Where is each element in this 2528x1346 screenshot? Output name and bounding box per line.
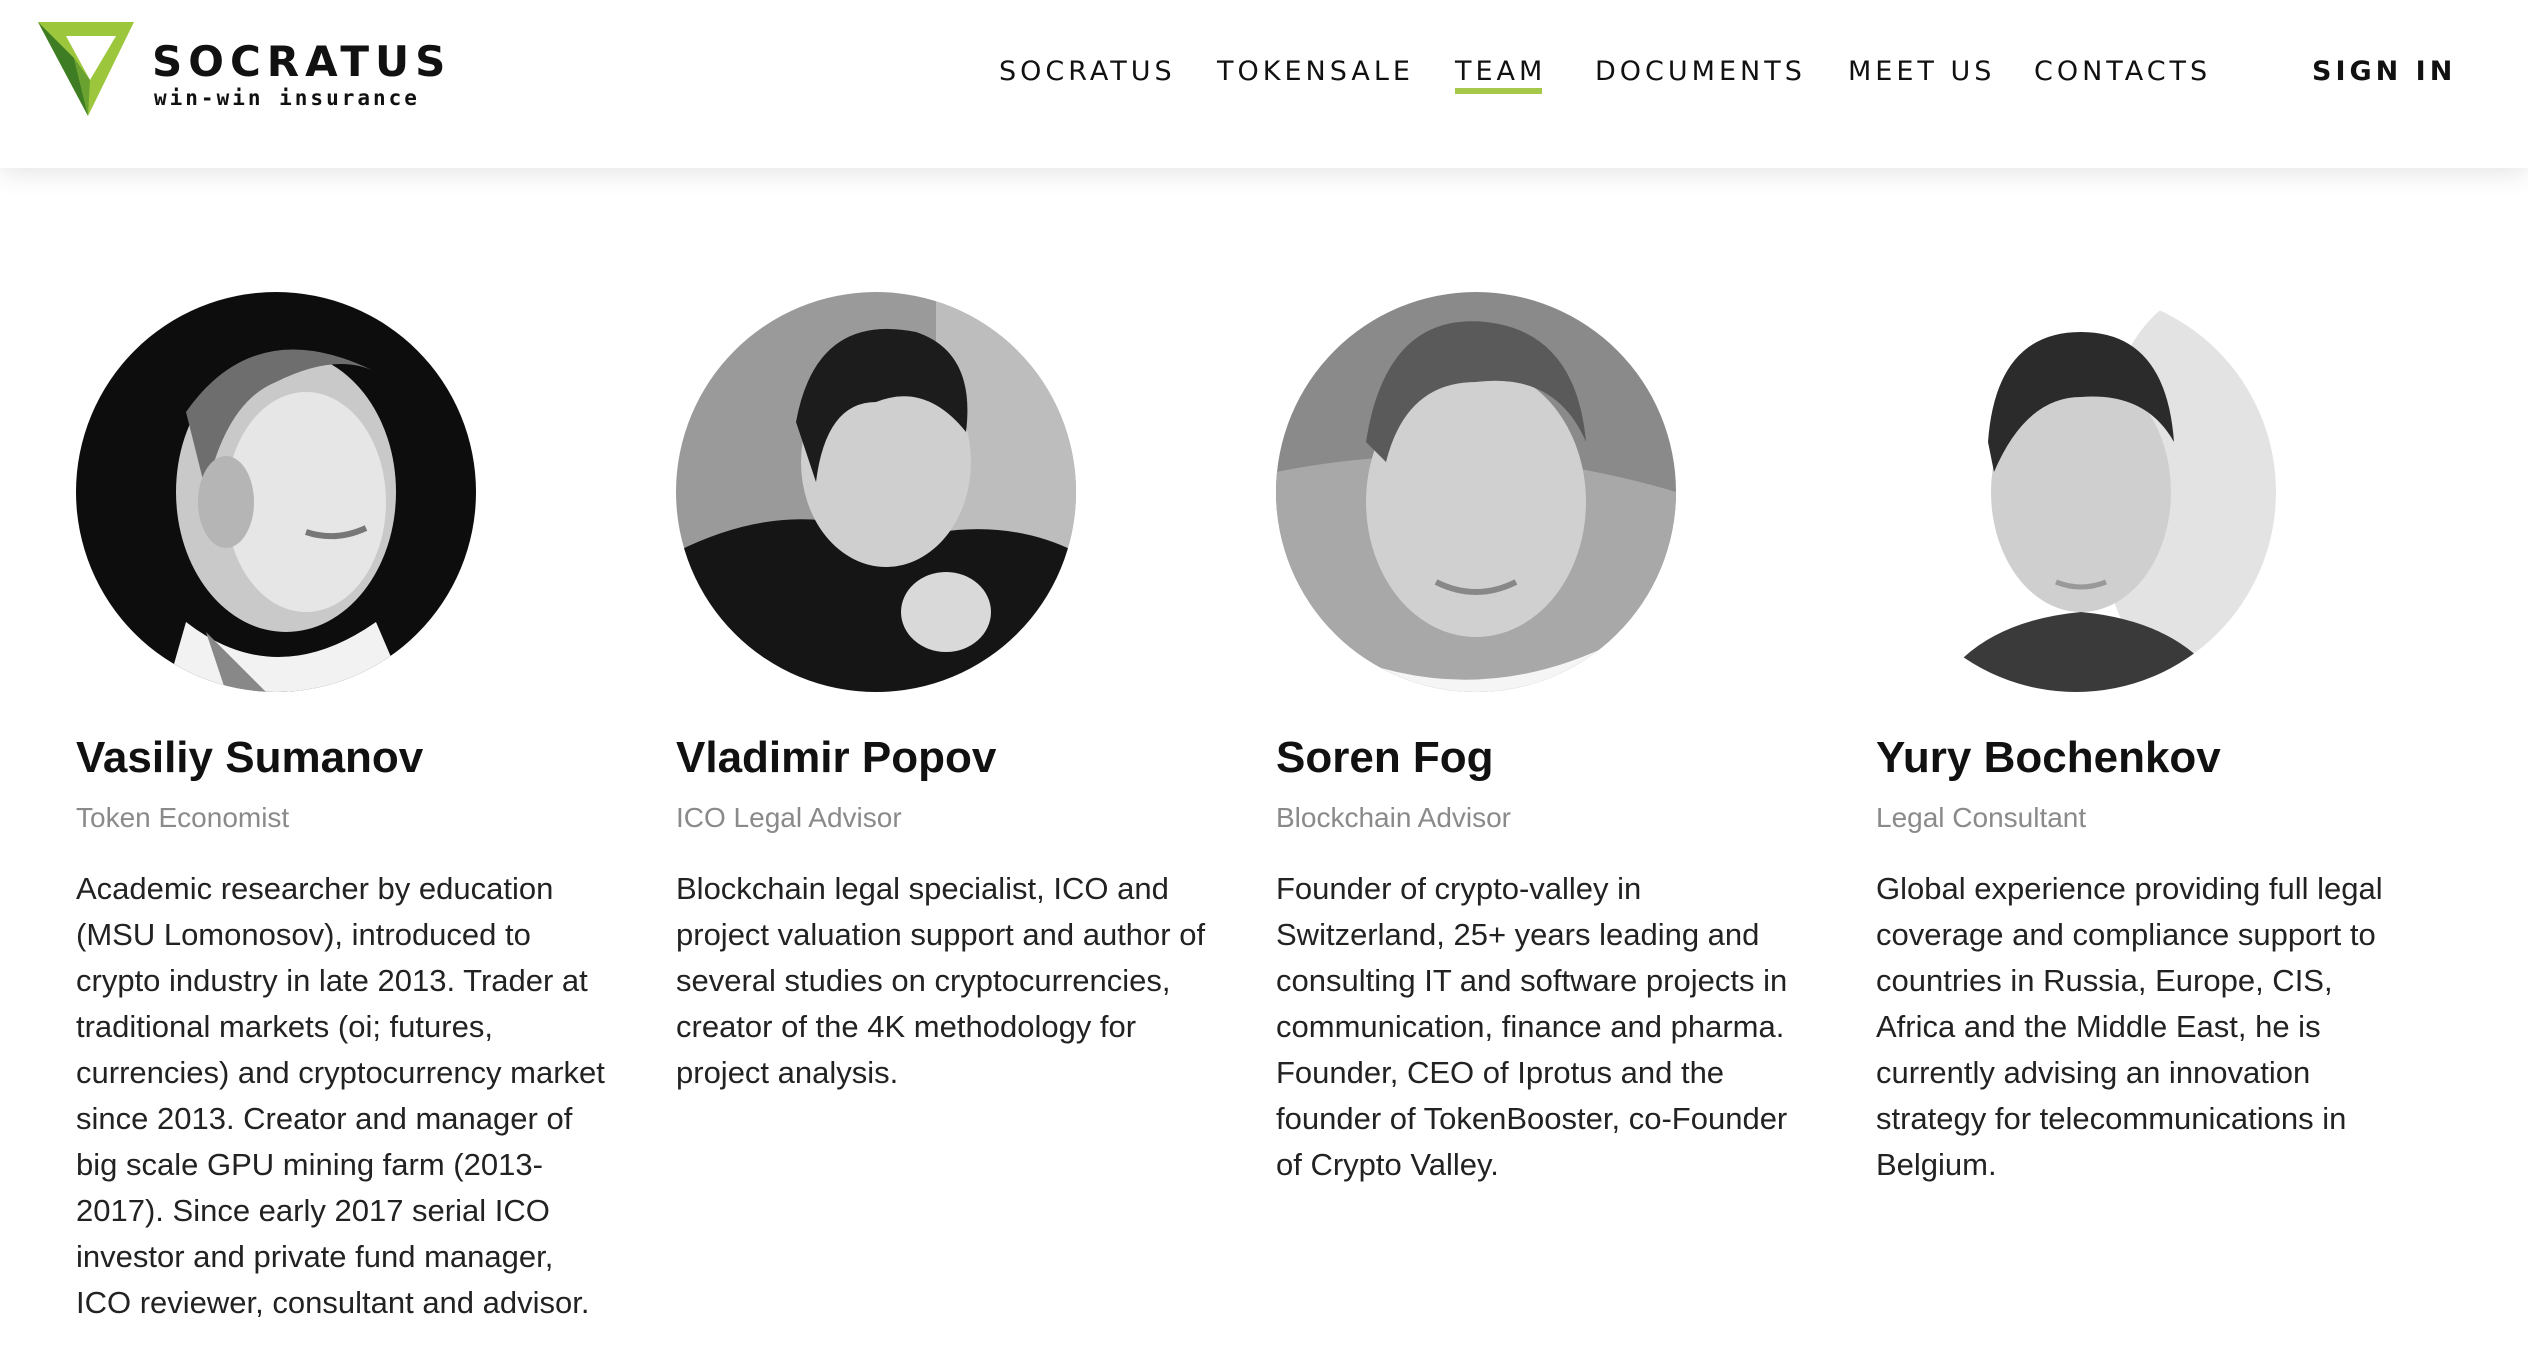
member-bio: Global experience providing full legal c… — [1876, 871, 2383, 1182]
member-role: Legal Consultant — [1876, 802, 2087, 833]
nav-item-team[interactable]: TEAM — [1455, 52, 1546, 100]
nav-item-documents[interactable]: DOCUMENTS — [1595, 52, 1806, 100]
member-role: ICO Legal Advisor — [676, 802, 902, 833]
nav-item-tokensale[interactable]: TOKENSALE — [1217, 52, 1414, 100]
member-bio: Founder of crypto-valley in Switzerland,… — [1276, 871, 1788, 1182]
member-name: Yury Bochenkov — [1876, 733, 2221, 782]
member-bio: Academic researcher by education (MSU Lo… — [76, 871, 605, 1320]
team-member: Vladimir Popov ICO Legal Advisor Blockch… — [676, 292, 1216, 1096]
member-photo — [1876, 292, 2276, 692]
person-photo-icon — [676, 292, 1076, 692]
member-photo — [1276, 292, 1676, 692]
member-name: Vasiliy Sumanov — [76, 733, 424, 782]
team-member: Vasiliy Sumanov Token Economist Academic… — [76, 292, 616, 1326]
member-role: Token Economist — [76, 802, 290, 833]
main-nav: SOCRATUS TOKENSALE TEAM DOCUMENTS MEET U… — [0, 52, 2528, 112]
site-header: SOCRATUS win-win insurance SOCRATUS TOKE… — [0, 0, 2528, 168]
nav-item-meet-us[interactable]: MEET US — [1848, 52, 1995, 100]
nav-item-socratus[interactable]: SOCRATUS — [999, 52, 1176, 100]
team-member: Soren Fog Blockchain Advisor Founder of … — [1276, 292, 1816, 1188]
nav-item-contacts[interactable]: CONTACTS — [2034, 52, 2211, 100]
person-photo-icon — [1276, 292, 1676, 692]
member-photo — [76, 292, 476, 692]
member-role: Blockchain Advisor — [1276, 802, 1512, 833]
team-section: Vasiliy Sumanov Token Economist Academic… — [0, 168, 2528, 1346]
team-member: Yury Bochenkov Legal Consultant Global e… — [1876, 292, 2416, 1188]
member-name: Soren Fog — [1276, 733, 1494, 782]
member-photo — [676, 292, 1076, 692]
sign-in-button[interactable]: SIGN IN — [2312, 52, 2456, 100]
member-bio: Blockchain legal specialist, ICO and pro… — [676, 871, 1206, 1090]
person-photo-icon — [1876, 292, 2276, 692]
member-name: Vladimir Popov — [676, 733, 997, 782]
person-photo-icon — [76, 292, 476, 692]
